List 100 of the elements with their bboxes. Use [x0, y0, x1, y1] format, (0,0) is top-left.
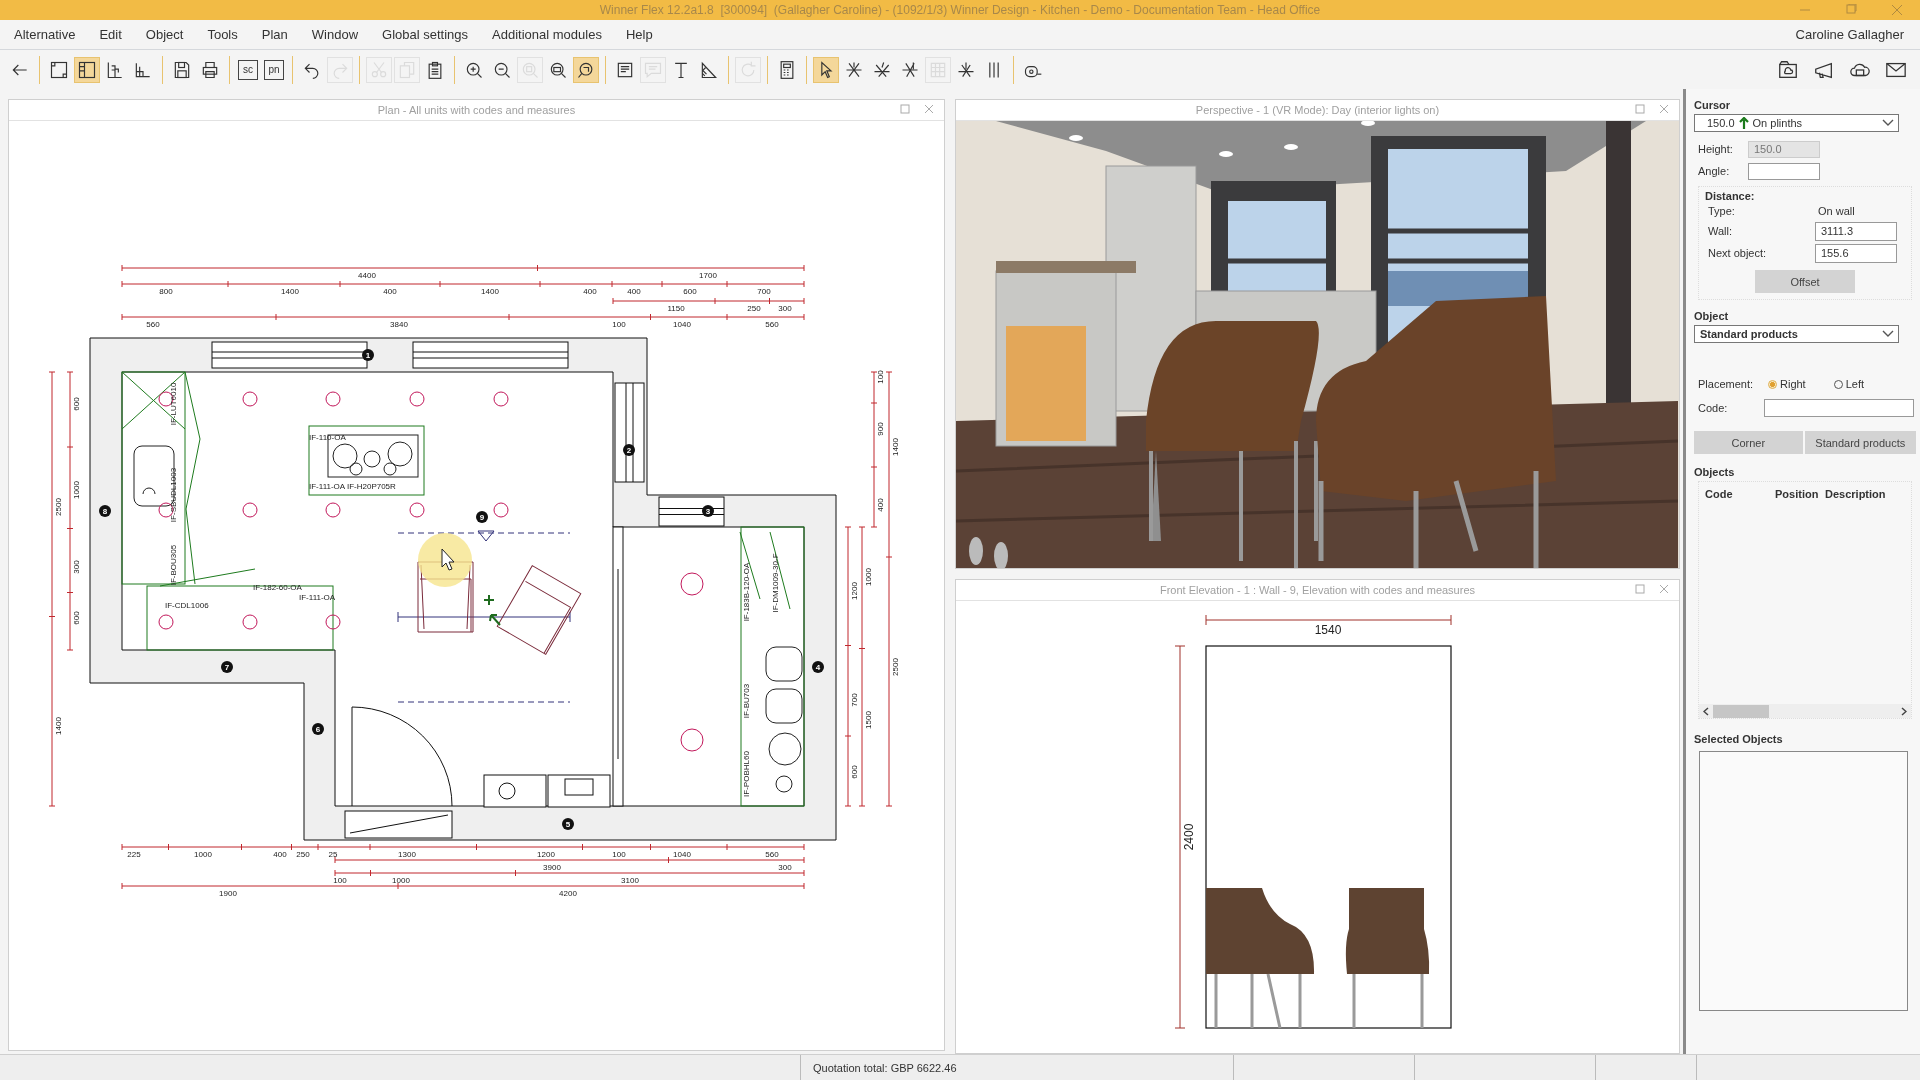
wall-marker: 1 — [362, 349, 374, 362]
dimension-label: 1200 — [850, 582, 859, 601]
dimension-label: 1040 — [673, 850, 691, 860]
up-arrow-icon — [1738, 117, 1749, 130]
dimension-label: 300 — [72, 560, 81, 575]
ceiling-light-symbol — [493, 502, 509, 518]
maximize-icon — [900, 104, 910, 115]
dimension-label: 1400 — [891, 438, 900, 457]
object-dropdown[interactable]: Standard products — [1694, 325, 1899, 344]
dimension-label: 2500 — [891, 658, 900, 677]
field-label: Placement: — [1698, 378, 1755, 391]
folder-cloud-icon — [1777, 58, 1799, 81]
panel-title: Plan - All units with codes and measures — [377, 104, 576, 117]
section-heading: Selected Objects — [1694, 733, 1784, 746]
unit-code-label: IF-182-60-OA — [253, 583, 302, 593]
unit-code-label: IF-111-OA IF-H20P705R — [309, 482, 396, 492]
dimension-label: 300 — [778, 304, 792, 314]
wall-distance-field[interactable]: 3111.3 — [1815, 221, 1897, 241]
dimension-label: 400 — [876, 498, 885, 513]
text-button[interactable]: sc — [238, 59, 258, 80]
maximize-icon — [1845, 4, 1857, 16]
wall-marker: 2 — [623, 444, 635, 457]
dimension-label: 3900 — [543, 863, 561, 873]
chevron-down-icon — [1882, 119, 1894, 128]
zoom-previous-button[interactable] — [573, 56, 599, 83]
unit-code-label: IF-BU703 — [742, 684, 751, 719]
frame-view-icon — [49, 59, 69, 80]
cursor-dropdown[interactable]: 150.0 On plinths — [1694, 114, 1899, 133]
dimension-label: 4400 — [358, 271, 376, 281]
ceiling-light-symbol — [680, 728, 704, 752]
panel-button[interactable]: Corner — [1694, 431, 1803, 455]
dimension-label: 4200 — [559, 889, 577, 899]
ceiling-light-symbol — [409, 502, 425, 518]
dimension-label: 1400 — [481, 287, 499, 297]
text-button[interactable]: pn — [264, 59, 284, 80]
dimension-label: 900 — [876, 422, 885, 437]
radio-label[interactable]: Left — [1845, 378, 1865, 391]
window-title: Winner Flex 12.2a1.8 [300094] (Gallagher Caroline) - (1092/1/3) Winner Design - Kitchen - Demo - Documentation Team - Head Office — [599, 2, 1321, 17]
offset-button[interactable]: Offset — [1755, 270, 1855, 294]
dimension-label: 600 — [850, 765, 859, 780]
unit-code-label: IF-DM1009-30-F — [771, 553, 780, 613]
move-cursor-icon — [483, 594, 501, 627]
field-label: Type: — [1708, 205, 1736, 218]
menu-item[interactable]: Tools — [197, 26, 248, 42]
dimension-label: 560 — [765, 850, 779, 860]
column-header: Description — [1825, 488, 1887, 501]
ceiling-light-symbol — [158, 614, 174, 630]
wall-marker: 4 — [812, 661, 824, 674]
dimension-label: 400 — [383, 287, 397, 297]
crossing-lines-icon — [872, 59, 892, 80]
wall-marker: 5 — [562, 818, 574, 831]
menu-item[interactable]: Edit — [89, 26, 132, 42]
dimension-label: 3100 — [621, 876, 639, 886]
ceiling-light-symbol — [493, 391, 509, 407]
ceiling-light-symbol — [325, 614, 341, 630]
dimension-label: 3840 — [390, 320, 408, 330]
ceiling-light-symbol — [325, 391, 341, 407]
save-icon — [172, 59, 192, 80]
dimension-label: 1400 — [281, 287, 299, 297]
menu-item[interactable]: Additional modules — [482, 26, 612, 42]
horizontal-scrollbar[interactable] — [1699, 704, 1911, 719]
ceiling-light-symbol — [242, 502, 258, 518]
ceiling-light-symbol — [680, 572, 704, 596]
menu-item[interactable]: Object — [135, 26, 194, 42]
panel-button[interactable]: Standard products — [1804, 431, 1916, 455]
maximize-icon — [1635, 584, 1645, 595]
chevron-down-icon — [1882, 330, 1894, 339]
radio-button[interactable] — [1768, 379, 1777, 389]
column-header: Position — [1775, 488, 1820, 501]
dimension-label: 560 — [146, 320, 160, 330]
menu-item[interactable]: Help — [615, 26, 663, 42]
dimension-label: 1200 — [537, 850, 555, 860]
code-field[interactable] — [1764, 399, 1914, 418]
chevron-right-icon — [1901, 706, 1907, 716]
menu-item[interactable]: Plan — [251, 26, 298, 42]
wall-marker: 6 — [312, 723, 324, 736]
wall-marker: 8 — [99, 505, 111, 518]
radio-label[interactable]: Right — [1780, 378, 1806, 391]
pointer-button[interactable] — [813, 56, 839, 83]
height-field: 150.0 — [1748, 140, 1820, 158]
next-object-field[interactable]: 155.6 — [1815, 243, 1897, 263]
dimension-label: 700 — [850, 693, 859, 708]
split-view-icon — [77, 59, 97, 80]
dimension-label: 400 — [583, 287, 597, 297]
menu-item[interactable]: Global settings — [372, 26, 479, 42]
scrollbar-thumb[interactable] — [1713, 704, 1769, 718]
menu-item[interactable]: Window — [301, 26, 369, 42]
split-view-button[interactable] — [74, 56, 100, 83]
menu-item[interactable]: Alternative — [4, 26, 86, 42]
dimension-label: 100 — [612, 320, 626, 330]
dimension-label: 400 — [273, 850, 287, 860]
unit-code-label: IF-110-OA — [309, 433, 346, 443]
wall-marker: 7 — [221, 661, 233, 674]
angle-field[interactable] — [1748, 162, 1820, 180]
copy-icon — [397, 59, 417, 80]
dimension-label: 225 — [127, 850, 141, 860]
quotation-total: Quotation total: GBP 6622.46 — [813, 1061, 957, 1074]
scissors-icon — [369, 59, 389, 80]
unit-code-label: IF-LUT6010 — [169, 383, 178, 426]
mouse-pointer-icon — [441, 548, 455, 571]
